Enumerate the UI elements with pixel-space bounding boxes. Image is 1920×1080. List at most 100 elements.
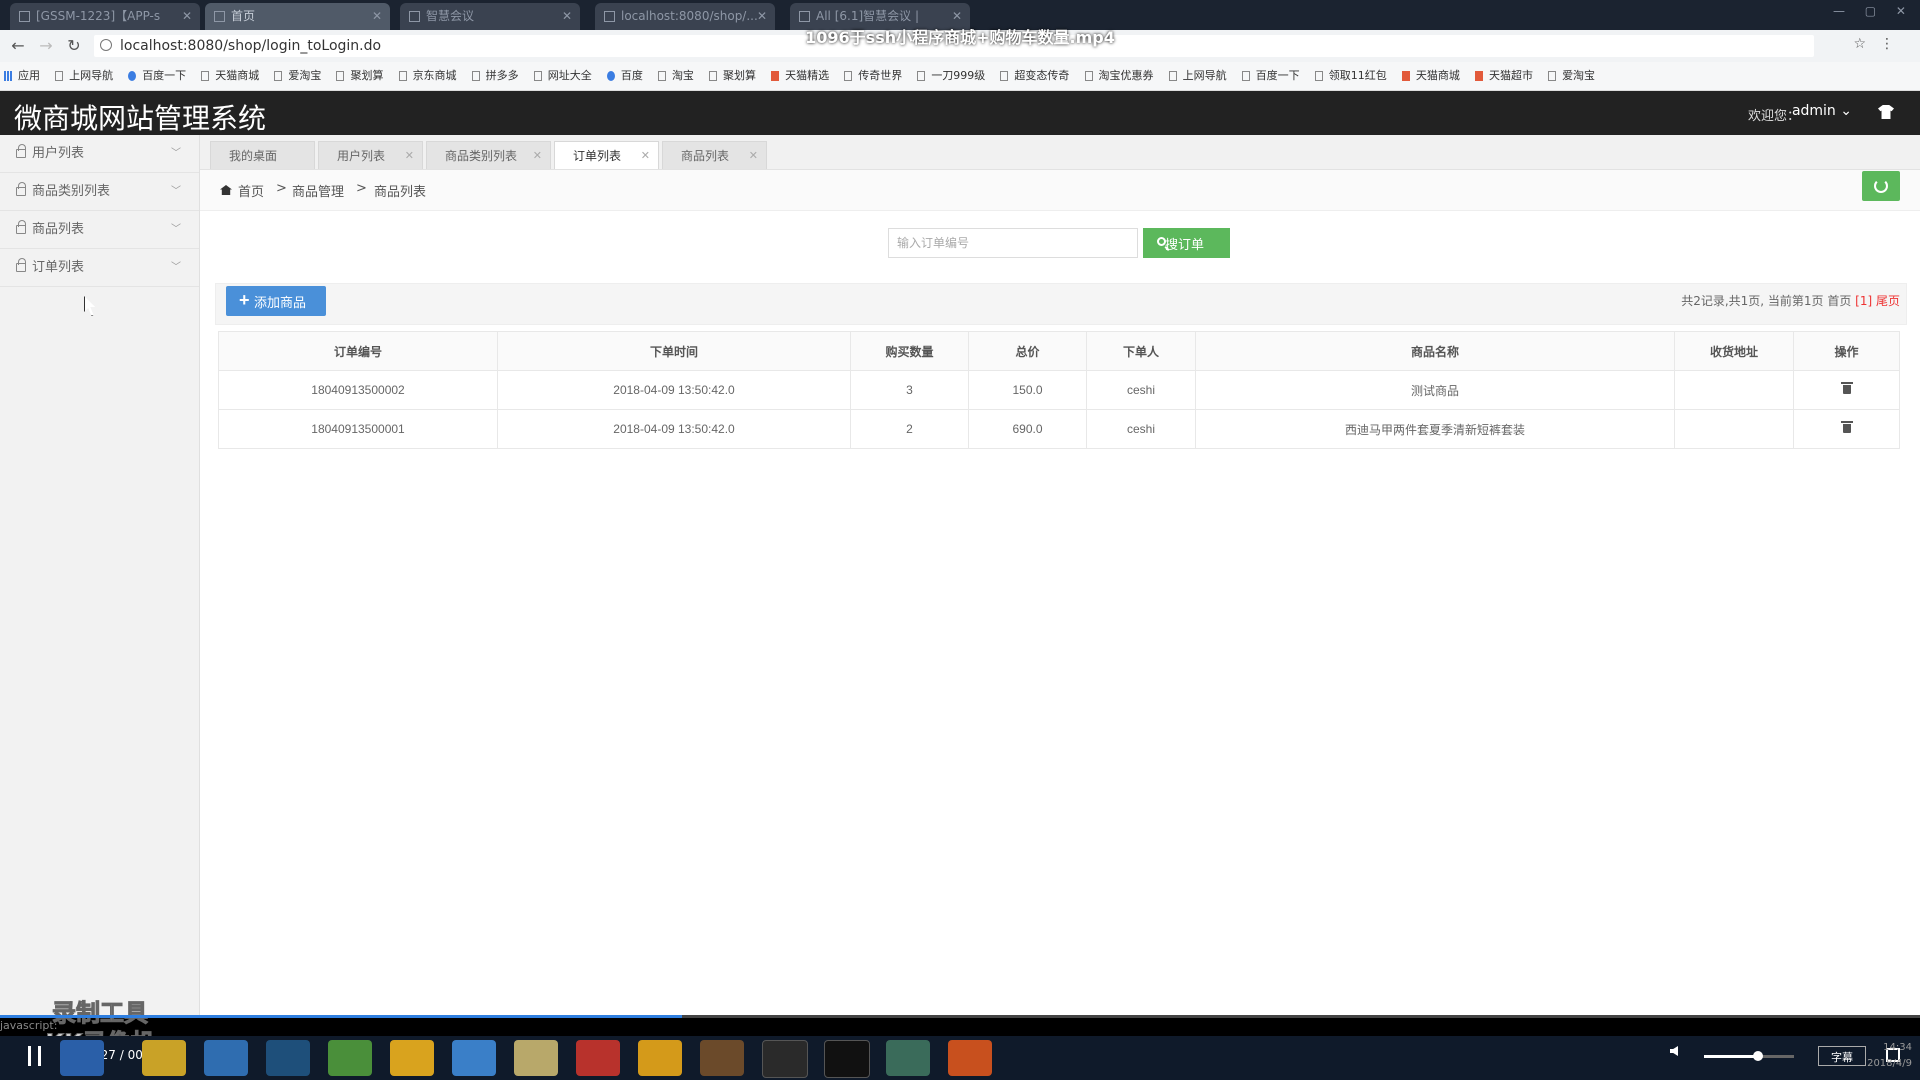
bookmark-label: 聚划算 <box>350 69 384 82</box>
user-menu[interactable]: admin ⌄ <box>1792 103 1852 119</box>
shirt-icon[interactable] <box>1878 105 1894 119</box>
sidebar-item-users[interactable]: 用户列表 ﹀ <box>0 135 199 173</box>
tab-categories[interactable]: 商品类别列表 ✕ <box>426 141 551 169</box>
subtitle-button[interactable]: 字幕 <box>1818 1046 1866 1066</box>
bookmark-label: 一刀999级 <box>931 69 986 82</box>
bookmark-item[interactable]: 天猫超市 <box>1471 62 1539 90</box>
chrome-icon[interactable] <box>142 1040 186 1076</box>
tmall-icon <box>1401 71 1410 81</box>
trash-icon[interactable] <box>1840 382 1853 394</box>
bookmark-label: 爱淘宝 <box>288 69 322 82</box>
bookmark-label: 爱淘宝 <box>1562 69 1596 82</box>
volume-slider[interactable] <box>1704 1051 1794 1061</box>
window-icon[interactable] <box>762 1040 808 1078</box>
bookmark-item[interactable]: 天猫精选 <box>767 62 835 90</box>
game-icon[interactable] <box>390 1040 434 1076</box>
trash-icon[interactable] <box>1840 421 1853 433</box>
sidebar-item-categories[interactable]: 商品类别列表 ﹀ <box>0 173 199 211</box>
sidebar-item-products[interactable]: 商品列表 ﹀ <box>0 211 199 249</box>
bookmark-item[interactable]: 聚划算 <box>332 62 389 90</box>
record-icon[interactable] <box>576 1040 620 1076</box>
page-icon <box>709 71 718 81</box>
tab-users[interactable]: 用户列表 ✕ <box>318 141 423 169</box>
breadcrumb-section[interactable]: 商品管理 <box>292 181 344 200</box>
sidebar-item-label: 用户列表 <box>32 146 85 161</box>
leaf-icon[interactable] <box>328 1040 372 1076</box>
bookmark-label: 传奇世界 <box>858 69 903 82</box>
bookmark-item[interactable]: 京东商城 <box>395 62 463 90</box>
bookmark-item[interactable]: 领取11红包 <box>1311 62 1393 90</box>
bookmark-item[interactable]: 拼多多 <box>468 62 525 90</box>
tab-orders[interactable]: 订单列表 ✕ <box>554 141 659 169</box>
video-progress-bar[interactable] <box>0 1015 1920 1018</box>
close-icon[interactable]: ✕ <box>641 142 650 170</box>
chevron-down-icon: ﹀ <box>171 262 181 273</box>
order-search-input[interactable] <box>888 228 1138 258</box>
bookmark-label: 聚划算 <box>723 69 757 82</box>
column-header: 下单人 <box>1086 331 1196 371</box>
bookmark-item[interactable]: 爱淘宝 <box>270 62 327 90</box>
sidebar-item-orders[interactable]: 订单列表 ﹀ <box>0 249 199 287</box>
breadcrumb-home[interactable]: 首页 <box>238 181 264 200</box>
chat-icon[interactable] <box>638 1040 682 1076</box>
bookmark-item[interactable]: 上网导航 <box>1165 62 1233 90</box>
sogou-icon[interactable] <box>452 1040 496 1076</box>
window-controls[interactable]: — ▢ ✕ <box>1833 4 1914 18</box>
table-row: 18040913500001 2018-04-09 13:50:42.0 2 6… <box>218 409 1900 449</box>
bookmark-label: 网址大全 <box>547 69 592 82</box>
bookmark-item[interactable]: 超变态传奇 <box>996 62 1075 90</box>
product-name-cell: 西迪马甲两件套夏季清新短裤套装 <box>1195 409 1675 449</box>
folder-icon[interactable] <box>514 1040 558 1076</box>
bookmark-label: 淘宝 <box>671 69 694 82</box>
bookmark-item[interactable]: 淘宝 <box>654 62 700 90</box>
tab-products[interactable]: 商品列表 ✕ <box>662 141 767 169</box>
bookmark-item[interactable]: 淘宝优惠券 <box>1081 62 1160 90</box>
page-icon <box>1241 71 1250 81</box>
bookmark-item[interactable]: 百度一下 <box>1238 62 1306 90</box>
page-icon <box>471 71 480 81</box>
refresh-button[interactable] <box>1862 171 1900 201</box>
breadcrumb-separator: > <box>276 181 287 196</box>
bookmark-item[interactable]: 天猫商城 <box>1398 62 1466 90</box>
close-icon[interactable]: ✕ <box>405 142 414 170</box>
page-icon <box>1084 71 1093 81</box>
tab-label: 商品列表 <box>681 149 730 163</box>
page-icon <box>274 71 283 81</box>
close-icon[interactable]: ✕ <box>749 142 758 170</box>
tab-favicon-icon <box>214 11 225 22</box>
close-icon[interactable]: ✕ <box>533 142 542 170</box>
search-orders-button[interactable]: 搜订单 <box>1143 228 1230 258</box>
breadcrumb-separator: > <box>356 181 367 196</box>
bookmark-item[interactable]: 应用 <box>0 62 46 90</box>
add-product-button[interactable]: + 添加商品 <box>226 286 326 316</box>
bookmark-item[interactable]: 传奇世界 <box>840 62 908 90</box>
ie-icon[interactable] <box>60 1040 104 1076</box>
settings-icon[interactable] <box>700 1040 744 1076</box>
bookmark-item[interactable]: 百度一下 <box>124 62 192 90</box>
bookmark-label: 天猫商城 <box>1415 69 1460 82</box>
terminal-icon[interactable] <box>824 1040 870 1078</box>
player-icon[interactable] <box>948 1040 992 1076</box>
tab-label: 用户列表 <box>337 149 386 163</box>
tab-label: 订单列表 <box>573 149 622 163</box>
kk-icon[interactable] <box>266 1040 310 1076</box>
tab-desktop[interactable]: 我的桌面 <box>210 141 315 169</box>
bookmark-item[interactable]: 天猫商城 <box>197 62 265 90</box>
skype-icon[interactable] <box>204 1040 248 1076</box>
bookmark-label: 天猫超市 <box>1488 69 1533 82</box>
volume-knob[interactable] <box>1753 1051 1763 1061</box>
bookmark-item[interactable]: 网址大全 <box>530 62 598 90</box>
player-controls: 00:00:27 / 00:01:16 字幕 14:34 2018/4/9 <box>0 1036 1920 1080</box>
bookmark-item[interactable]: 爱淘宝 <box>1544 62 1601 90</box>
bookmark-item[interactable]: 百度 <box>603 62 649 90</box>
pagination-links[interactable]: [1] 尾页 <box>1855 294 1900 308</box>
bookmark-label: 百度 <box>620 69 643 82</box>
bookmark-item[interactable]: 聚划算 <box>705 62 762 90</box>
bookmark-item[interactable]: 上网导航 <box>51 62 119 90</box>
column-header: 操作 <box>1793 331 1900 371</box>
bookmark-item[interactable]: 一刀999级 <box>913 62 991 90</box>
apps-icon <box>4 71 12 81</box>
pause-icon[interactable] <box>28 1046 42 1066</box>
volume-icon[interactable] <box>1670 1046 1678 1056</box>
notepad-icon[interactable] <box>886 1040 930 1076</box>
